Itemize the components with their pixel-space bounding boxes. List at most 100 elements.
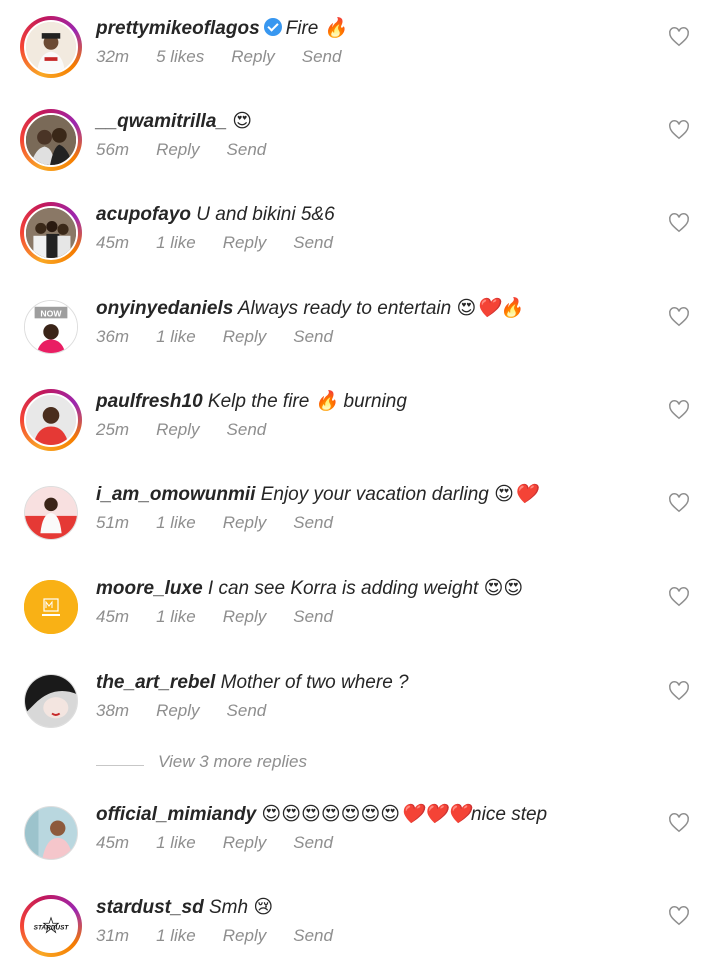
- send-button[interactable]: Send: [227, 140, 267, 159]
- comment-item: official_mimiandy 😍😍😍😍😍😍😍❤️❤️❤️nice step…: [0, 802, 720, 872]
- username-link[interactable]: onyinyedaniels: [96, 298, 233, 319]
- reply-button[interactable]: Reply: [223, 607, 266, 626]
- verified-badge-icon: [263, 18, 282, 36]
- avatar-wrap[interactable]: NOW: [20, 296, 82, 358]
- heart-icon[interactable]: [668, 212, 690, 234]
- story-ring[interactable]: [20, 202, 82, 264]
- send-button[interactable]: Send: [227, 701, 267, 720]
- avatar[interactable]: [24, 486, 78, 540]
- avatar[interactable]: [24, 580, 78, 634]
- heart-icon[interactable]: [668, 399, 690, 421]
- send-button[interactable]: Send: [293, 833, 333, 852]
- avatar[interactable]: [24, 20, 78, 74]
- story-ring[interactable]: [20, 389, 82, 451]
- username-link[interactable]: i_am_omowunmii: [96, 484, 255, 505]
- avatar-wrap[interactable]: [20, 576, 82, 638]
- comment-meta: 31m 1 like Reply Send: [96, 926, 360, 946]
- comment-time: 32m: [96, 47, 130, 66]
- send-button[interactable]: Send: [293, 607, 333, 626]
- likes-count[interactable]: 1 like: [156, 233, 196, 252]
- send-button[interactable]: Send: [302, 47, 342, 66]
- avatar[interactable]: [24, 674, 78, 728]
- comment-text: I can see Korra is adding weight 😍😍: [202, 578, 524, 599]
- comment-time: 38m: [96, 701, 130, 720]
- reply-button[interactable]: Reply: [223, 233, 266, 252]
- likes-count[interactable]: 1 like: [156, 513, 196, 532]
- comment-text: Smh 😢: [203, 897, 274, 918]
- username-link[interactable]: __qwamitrilla_: [96, 111, 227, 132]
- heart-icon[interactable]: [668, 306, 690, 328]
- send-button[interactable]: Send: [293, 327, 333, 346]
- reply-button[interactable]: Reply: [223, 833, 266, 852]
- likes-count[interactable]: 1 like: [156, 926, 196, 945]
- avatar-stardust-label: STARDUST: [34, 925, 70, 932]
- heart-icon[interactable]: [668, 586, 690, 608]
- username-link[interactable]: moore_luxe: [96, 578, 203, 599]
- username-link[interactable]: prettymikeoflagos: [96, 18, 260, 39]
- reply-button[interactable]: Reply: [223, 327, 266, 346]
- reply-button[interactable]: Reply: [156, 701, 199, 720]
- avatar[interactable]: [24, 206, 78, 260]
- comment-text: U and bikini 5&6: [191, 204, 335, 225]
- send-button[interactable]: Send: [227, 420, 267, 439]
- comment-text: 😍: [226, 111, 253, 132]
- avatar[interactable]: STARDUST: [24, 899, 78, 953]
- avatar[interactable]: [24, 393, 78, 447]
- reply-button[interactable]: Reply: [156, 420, 199, 439]
- send-button[interactable]: Send: [293, 233, 333, 252]
- avatar-wrap[interactable]: [20, 670, 82, 732]
- likes-count[interactable]: 5 likes: [156, 47, 204, 66]
- comment-meta: 45m 1 like Reply Send: [96, 607, 360, 627]
- heart-icon[interactable]: [668, 680, 690, 702]
- avatar-now-label: NOW: [40, 308, 62, 318]
- heart-icon[interactable]: [668, 119, 690, 141]
- view-more-replies[interactable]: View 3 more replies: [96, 752, 596, 778]
- username-link[interactable]: the_art_rebel: [96, 672, 215, 693]
- comment-text: 😍😍😍😍😍😍😍❤️❤️❤️nice step: [256, 804, 548, 825]
- comment-item: the_art_rebel Mother of two where ? 38m R…: [0, 670, 720, 740]
- comment-meta: 45m 1 like Reply Send: [96, 833, 360, 853]
- heart-icon[interactable]: [668, 812, 690, 834]
- comment-time: 45m: [96, 607, 130, 626]
- heart-icon[interactable]: [668, 26, 690, 48]
- avatar[interactable]: [24, 806, 78, 860]
- story-ring[interactable]: [20, 109, 82, 171]
- comment-line: stardust_sd Smh 😢: [96, 895, 273, 921]
- comment-line: i_am_omowunmii Enjoy your vacation darli…: [96, 482, 538, 508]
- comment-time: 25m: [96, 420, 130, 439]
- comment-text: Fire 🔥: [285, 18, 348, 39]
- view-more-replies-label[interactable]: View 3 more replies: [158, 752, 307, 772]
- avatar[interactable]: NOW: [24, 300, 78, 354]
- comment-line: paulfresh10 Kelp the fire 🔥 burning: [96, 389, 407, 415]
- comment-item: prettymikeoflagos Fire 🔥 32m 5 likes Reply S…: [0, 16, 720, 86]
- heart-icon[interactable]: [668, 905, 690, 927]
- avatar-wrap[interactable]: [20, 482, 82, 544]
- heart-icon[interactable]: [668, 492, 690, 514]
- reply-button[interactable]: Reply: [156, 140, 199, 159]
- likes-count[interactable]: 1 like: [156, 833, 196, 852]
- comment-item: STARDUST stardust_sd Smh 😢 31m 1 like Repl…: [0, 895, 720, 957]
- username-link[interactable]: acupofayo: [96, 204, 191, 225]
- comment-meta: 32m 5 likes Reply Send: [96, 47, 368, 67]
- story-ring[interactable]: STARDUST: [20, 895, 82, 957]
- comment-meta: 36m 1 like Reply Send: [96, 327, 360, 347]
- likes-count[interactable]: 1 like: [156, 327, 196, 346]
- comment-time: 31m: [96, 926, 130, 945]
- story-ring[interactable]: [20, 16, 82, 78]
- avatar-wrap[interactable]: [20, 802, 82, 864]
- reply-button[interactable]: Reply: [231, 47, 274, 66]
- comment-item: paulfresh10 Kelp the fire 🔥 burning 25m R…: [0, 389, 720, 459]
- username-link[interactable]: paulfresh10: [96, 391, 203, 412]
- comment-text: Mother of two where ?: [215, 672, 409, 693]
- reply-button[interactable]: Reply: [223, 926, 266, 945]
- send-button[interactable]: Send: [293, 513, 333, 532]
- username-link[interactable]: official_mimiandy: [96, 804, 256, 825]
- likes-count[interactable]: 1 like: [156, 607, 196, 626]
- comment-line: prettymikeoflagos Fire 🔥: [96, 16, 347, 42]
- avatar[interactable]: [24, 113, 78, 167]
- reply-button[interactable]: Reply: [223, 513, 266, 532]
- send-button[interactable]: Send: [293, 926, 333, 945]
- username-link[interactable]: stardust_sd: [96, 897, 204, 918]
- comment-meta: 51m 1 like Reply Send: [96, 513, 360, 533]
- comment-text: Kelp the fire 🔥 burning: [202, 391, 407, 412]
